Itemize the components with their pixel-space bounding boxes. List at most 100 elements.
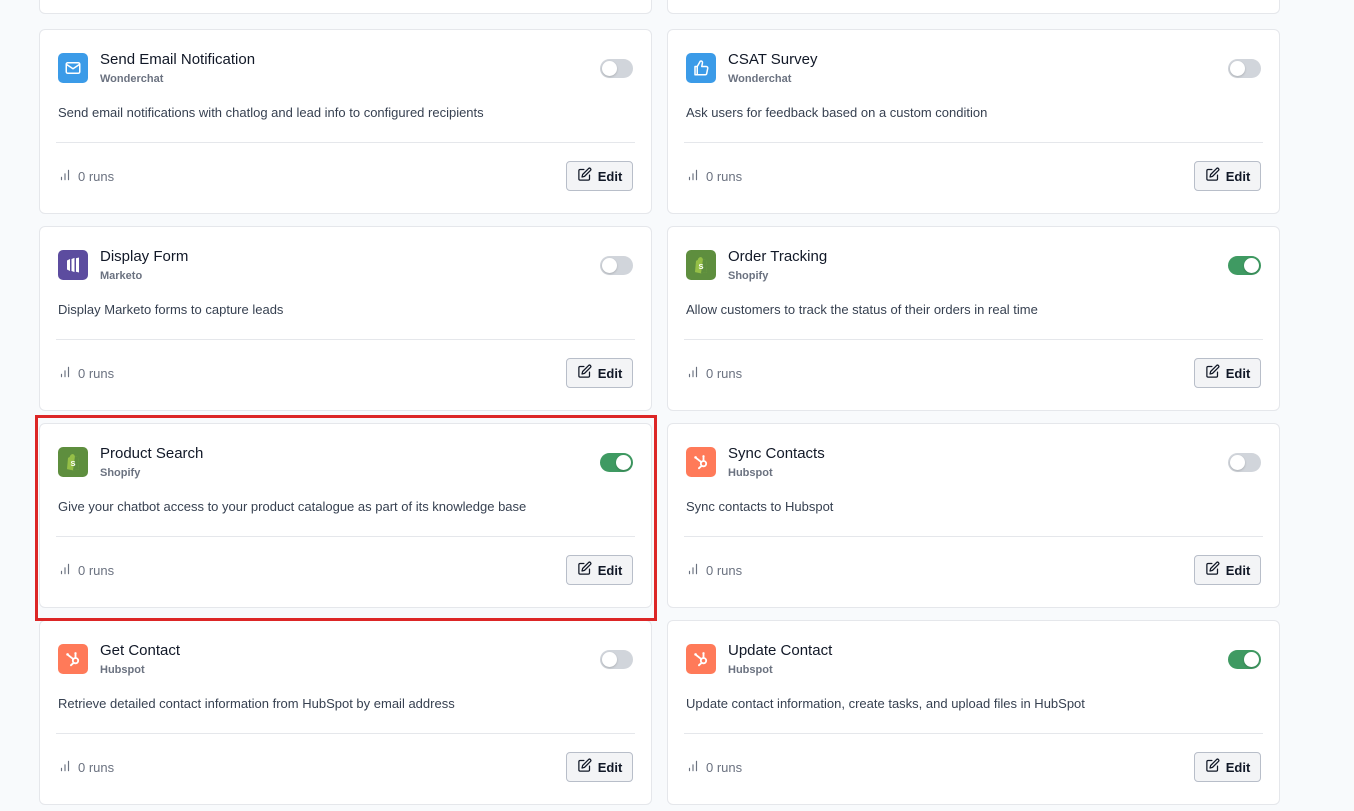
bar-chart-icon xyxy=(58,562,72,579)
bar-chart-icon xyxy=(58,365,72,382)
edit-icon xyxy=(1205,364,1220,382)
card-description: Send email notifications with chatlog an… xyxy=(58,105,484,120)
enable-toggle[interactable] xyxy=(1228,59,1261,78)
runs-count: 0 runs xyxy=(686,759,742,776)
divider xyxy=(684,536,1263,537)
runs-count: 0 runs xyxy=(686,168,742,185)
enable-toggle[interactable] xyxy=(600,453,633,472)
edit-icon xyxy=(577,561,592,579)
divider xyxy=(56,339,635,340)
integration-card-order-tracking: S Order Tracking Shopify Allow customers… xyxy=(667,226,1280,411)
card-vendor: Marketo xyxy=(100,270,143,282)
thumbs-up-icon xyxy=(686,53,716,83)
runs-count: 0 runs xyxy=(686,562,742,579)
enable-toggle[interactable] xyxy=(600,650,633,669)
edit-icon xyxy=(577,758,592,776)
divider xyxy=(684,339,1263,340)
card-title: Order Tracking xyxy=(728,248,828,265)
toggle-knob xyxy=(1244,652,1259,667)
card-title: CSAT Survey xyxy=(728,51,818,68)
svg-text:S: S xyxy=(71,459,76,468)
edit-icon xyxy=(577,364,592,382)
card-title: Sync Contacts xyxy=(728,445,825,462)
card-description: Ask users for feedback based on a custom… xyxy=(686,105,988,120)
edit-label: Edit xyxy=(597,759,623,775)
card-title: Update Contact xyxy=(728,642,833,659)
bar-chart-icon xyxy=(58,759,72,776)
edit-button[interactable]: Edit xyxy=(1194,161,1261,191)
edit-label: Edit xyxy=(1225,562,1251,578)
card-description: Update contact information, create tasks… xyxy=(686,696,1085,711)
runs-label: 0 runs xyxy=(78,563,115,578)
edit-icon xyxy=(1205,167,1220,185)
card-vendor: Hubspot xyxy=(728,664,773,676)
hubspot-logo-icon xyxy=(58,644,88,674)
edit-label: Edit xyxy=(1225,168,1251,184)
card-description: Sync contacts to Hubspot xyxy=(686,499,834,514)
divider xyxy=(56,733,635,734)
integration-card-partial xyxy=(39,0,652,14)
enable-toggle[interactable] xyxy=(1228,453,1261,472)
card-vendor: Wonderchat xyxy=(100,73,164,85)
toggle-knob xyxy=(602,258,617,273)
card-title: Get Contact xyxy=(100,642,181,659)
integration-card-get-contact: Get Contact Hubspot Retrieve detailed co… xyxy=(39,620,652,805)
runs-label: 0 runs xyxy=(706,563,743,578)
integration-card-display-form: Display Form Marketo Display Marketo for… xyxy=(39,226,652,411)
card-title: Display Form xyxy=(100,248,189,265)
enable-toggle[interactable] xyxy=(1228,650,1261,669)
integrations-grid: Send Email Notification Wonderchat Send … xyxy=(0,0,1354,811)
edit-button[interactable]: Edit xyxy=(566,555,633,585)
card-description: Retrieve detailed contact information fr… xyxy=(58,696,455,711)
edit-button[interactable]: Edit xyxy=(566,358,633,388)
enable-toggle[interactable] xyxy=(1228,256,1261,275)
edit-label: Edit xyxy=(1225,759,1251,775)
shopify-logo-icon: S xyxy=(686,250,716,280)
card-vendor: Shopify xyxy=(728,270,769,282)
integration-card-update-contact: Update Contact Hubspot Update contact in… xyxy=(667,620,1280,805)
integration-card-csat-survey: CSAT Survey Wonderchat Ask users for fee… xyxy=(667,29,1280,214)
edit-label: Edit xyxy=(1225,365,1251,381)
card-vendor: Shopify xyxy=(100,467,141,479)
card-title: Product Search xyxy=(100,445,204,462)
enable-toggle[interactable] xyxy=(600,256,633,275)
mail-icon xyxy=(58,53,88,83)
edit-button[interactable]: Edit xyxy=(1194,358,1261,388)
runs-count: 0 runs xyxy=(686,365,742,382)
enable-toggle[interactable] xyxy=(600,59,633,78)
runs-count: 0 runs xyxy=(58,168,114,185)
hubspot-logo-icon xyxy=(686,447,716,477)
edit-button[interactable]: Edit xyxy=(566,752,633,782)
shopify-logo-icon: S xyxy=(58,447,88,477)
runs-count: 0 runs xyxy=(58,562,114,579)
card-title: Send Email Notification xyxy=(100,51,256,68)
runs-count: 0 runs xyxy=(58,365,114,382)
card-vendor: Hubspot xyxy=(728,467,773,479)
edit-button[interactable]: Edit xyxy=(1194,555,1261,585)
runs-label: 0 runs xyxy=(78,760,115,775)
divider xyxy=(684,733,1263,734)
runs-label: 0 runs xyxy=(78,169,115,184)
toggle-knob xyxy=(1230,455,1245,470)
integration-card-sync-contacts: Sync Contacts Hubspot Sync contacts to H… xyxy=(667,423,1280,608)
edit-icon xyxy=(577,167,592,185)
svg-text:S: S xyxy=(699,262,704,271)
toggle-knob xyxy=(1244,258,1259,273)
runs-label: 0 runs xyxy=(706,366,743,381)
divider xyxy=(56,536,635,537)
bar-chart-icon xyxy=(686,168,700,185)
divider xyxy=(684,142,1263,143)
edit-button[interactable]: Edit xyxy=(1194,752,1261,782)
bar-chart-icon xyxy=(58,168,72,185)
integration-card-send-email-notification: Send Email Notification Wonderchat Send … xyxy=(39,29,652,214)
toggle-knob xyxy=(1230,61,1245,76)
edit-button[interactable]: Edit xyxy=(566,161,633,191)
runs-label: 0 runs xyxy=(78,366,115,381)
bar-chart-icon xyxy=(686,365,700,382)
bar-chart-icon xyxy=(686,562,700,579)
divider xyxy=(56,142,635,143)
bar-chart-icon xyxy=(686,759,700,776)
card-vendor: Wonderchat xyxy=(728,73,792,85)
toggle-knob xyxy=(616,455,631,470)
hubspot-logo-icon xyxy=(686,644,716,674)
